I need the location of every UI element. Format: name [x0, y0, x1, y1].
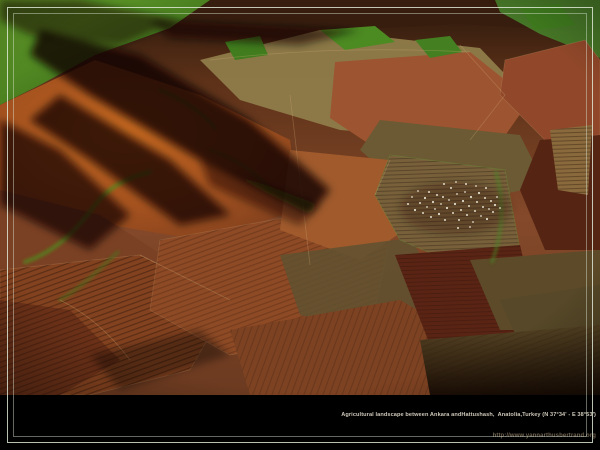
caption-url: http://www.yannarthusbertrand.org [341, 433, 596, 440]
aerial-photo [0, 0, 600, 395]
caption-title: Agricultural landscape between Ankara an… [341, 412, 596, 419]
vignette-overlay [0, 0, 600, 395]
wallpaper-page: Agricultural landscape between Ankara an… [0, 0, 600, 450]
photo-caption: Agricultural landscape between Ankara an… [341, 398, 596, 450]
